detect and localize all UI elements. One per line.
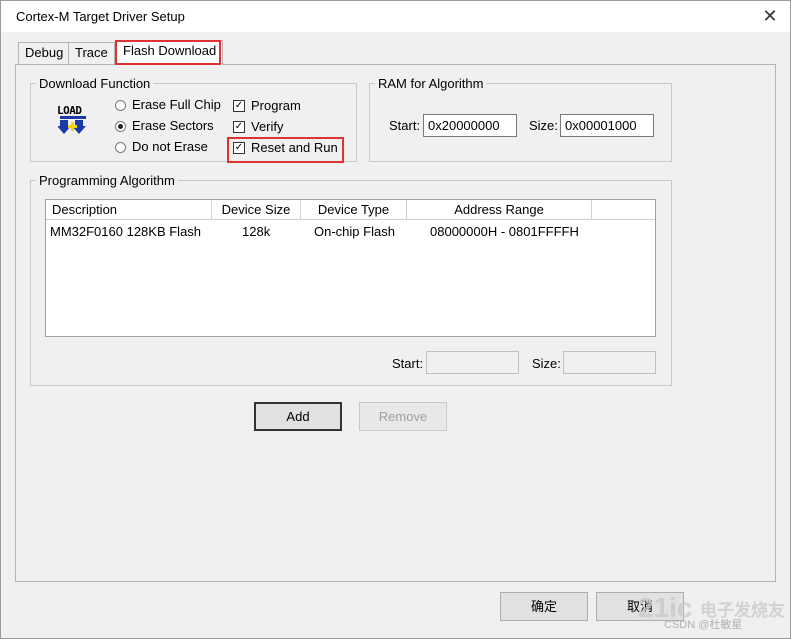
algo-size-input [563, 351, 656, 374]
add-button[interactable]: Add [254, 402, 342, 431]
ram-size-label: Size: [529, 118, 558, 133]
row-device-size: 128k [242, 224, 271, 239]
checkbox-program[interactable]: ✓ [233, 100, 245, 112]
load-arrows-icon [58, 116, 86, 134]
ram-for-algorithm-label: RAM for Algorithm [375, 76, 487, 91]
tab-trace[interactable]: Trace [68, 42, 115, 64]
checkbox-reset-and-run[interactable]: ✓ [233, 142, 245, 154]
watermark-author: CSDN @杜敏星 [664, 619, 743, 631]
algo-size-label: Size: [532, 356, 561, 371]
download-function-label: Download Function [36, 76, 154, 91]
column-filler [592, 200, 655, 220]
column-device-size[interactable]: Device Size [212, 200, 301, 220]
table-row[interactable]: MM32F0160 128KB Flash 128k On-chip Flash… [46, 221, 655, 242]
checkbox-verify[interactable]: ✓ [233, 121, 245, 133]
radio-erase-full-chip[interactable] [115, 100, 126, 111]
radio-erase-full-chip-label: Erase Full Chip [132, 97, 221, 112]
algorithm-list[interactable]: Description Device Size Device Type Addr… [45, 199, 656, 337]
ram-start-label: Start: [389, 118, 421, 133]
remove-button: Remove [359, 402, 447, 431]
checkbox-program-label: Program [251, 98, 301, 113]
load-icon: LOAD [56, 104, 90, 136]
row-device-type: On-chip Flash [314, 224, 395, 239]
radio-do-not-erase[interactable] [115, 142, 126, 153]
column-address-range[interactable]: Address Range [407, 200, 592, 220]
radio-do-not-erase-label: Do not Erase [132, 139, 208, 154]
tab-flash-download[interactable]: Flash Download [116, 40, 224, 65]
column-device-type[interactable]: Device Type [301, 200, 407, 220]
programming-algorithm-label: Programming Algorithm [36, 173, 178, 188]
close-icon[interactable]: ✕ [755, 5, 785, 29]
radio-erase-sectors-label: Erase Sectors [132, 118, 214, 133]
checkbox-reset-and-run-label: Reset and Run [251, 140, 338, 155]
ok-button[interactable]: 确定 [500, 592, 588, 621]
row-description: MM32F0160 128KB Flash [50, 224, 202, 239]
algo-start-label: Start: [392, 356, 424, 371]
radio-erase-sectors[interactable] [115, 121, 126, 132]
window-title: Cortex-M Target Driver Setup [16, 9, 185, 24]
checkbox-verify-label: Verify [251, 119, 284, 134]
tab-debug[interactable]: Debug [18, 42, 71, 64]
ram-size-input[interactable] [560, 114, 654, 137]
row-address-range: 08000000H - 0801FFFFH [430, 224, 579, 239]
column-description[interactable]: Description [46, 200, 212, 220]
algo-start-input [426, 351, 519, 374]
title-bar: Cortex-M Target Driver Setup ✕ [1, 1, 790, 32]
ram-start-input[interactable] [423, 114, 517, 137]
